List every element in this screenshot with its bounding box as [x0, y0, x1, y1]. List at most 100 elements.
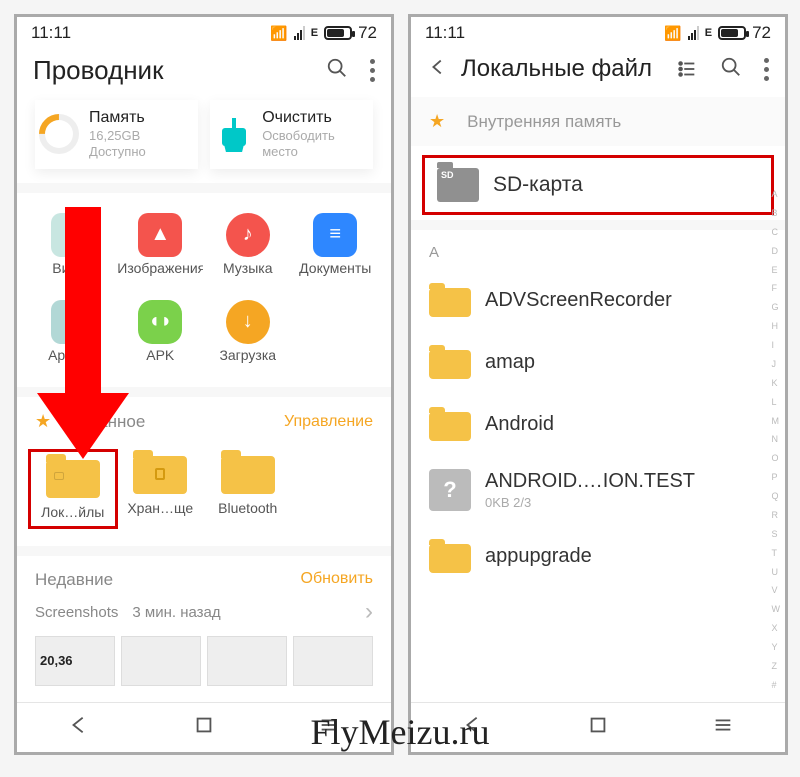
archive-icon: ⬚	[51, 300, 95, 344]
folder-icon	[429, 283, 471, 317]
storage-clean-card[interactable]: Очистить Освободить место	[210, 100, 373, 169]
cat-music[interactable]: ♪ Музыка	[204, 213, 292, 276]
nav-bar	[17, 702, 391, 752]
cleaner-icon	[214, 114, 252, 154]
categories-grid: ▶ Видео ▲ Изображения ♪ Музыка ≡ Докумен…	[17, 193, 391, 388]
sd-card-row[interactable]: SD SD-карта	[419, 152, 777, 218]
folder-row-android[interactable]: Android	[411, 393, 785, 455]
folder-row-advscreenrecorder[interactable]: ADVScreenRecorder	[411, 269, 785, 331]
battery-level: 72	[358, 23, 377, 43]
favorites-manage-button[interactable]: Управление	[284, 413, 373, 431]
images-icon: ▲	[138, 213, 182, 257]
cat-label-dl: Загрузка	[219, 348, 276, 363]
recent-row[interactable]: Screenshots 3 мин. назад ›	[17, 598, 391, 632]
storage-memory-card[interactable]: Память 16,25GB Доступно	[35, 100, 198, 169]
favorites-title: Избранное	[59, 412, 284, 432]
fav-bar[interactable]: ★ Внутренняя память	[411, 97, 785, 146]
nav-back-icon[interactable]	[68, 714, 90, 741]
cat-label-apk: APK	[146, 348, 174, 363]
recent-thumbnails	[17, 632, 391, 690]
file-name: Android	[485, 413, 767, 436]
network-type: E	[311, 27, 318, 39]
sd-label: SD-карта	[493, 173, 583, 197]
alpha-index[interactable]: ABCDEFGHIJKLMNOPQRSTUVWXYZ#	[770, 185, 783, 694]
list-icon[interactable]	[676, 58, 698, 80]
fav-bar-label: Внутренняя память	[467, 112, 621, 132]
memory-label: Память	[89, 108, 146, 128]
status-time: 11:11	[425, 23, 465, 43]
wifi-icon	[270, 23, 287, 43]
status-right: E 72	[664, 23, 771, 43]
thumbnail[interactable]	[35, 636, 115, 686]
search-icon[interactable]	[326, 57, 348, 84]
memory-value: 16,25GB	[89, 128, 146, 144]
folder-locked-icon	[133, 450, 187, 494]
page-title: Проводник	[33, 55, 326, 86]
battery-level: 72	[752, 23, 771, 43]
storage-donut-icon	[31, 106, 88, 163]
cat-docs[interactable]: ≡ Документы	[292, 213, 380, 276]
sd-folder-icon: SD	[437, 168, 479, 202]
folder-row-amap[interactable]: amap	[411, 331, 785, 393]
nav-bar	[411, 702, 785, 752]
folder-icon	[429, 539, 471, 573]
nav-recent-icon[interactable]	[318, 714, 340, 741]
fav-label-bt: Bluetooth	[218, 500, 277, 516]
app-header: Локальные файл	[411, 45, 785, 97]
folder-icon	[46, 454, 100, 498]
page-title: Локальные файл	[461, 55, 676, 83]
cat-label-images: Изображения	[117, 261, 203, 276]
network-type: E	[705, 27, 712, 39]
cat-images[interactable]: ▲ Изображения	[117, 213, 205, 276]
recent-group-time: 3 мин. назад	[132, 604, 220, 621]
fav-local-files[interactable]: Лок…йлы	[29, 450, 117, 528]
folder-icon	[429, 345, 471, 379]
phone-screen-1: 11:11 E 72 Проводник Память 16,25GB Дост…	[14, 14, 394, 755]
nav-recent-icon[interactable]	[712, 714, 734, 741]
cat-label-video: Видео	[52, 261, 93, 276]
search-icon[interactable]	[720, 56, 742, 83]
thumbnail[interactable]	[293, 636, 373, 686]
more-icon[interactable]	[764, 58, 769, 81]
thumbnail[interactable]	[207, 636, 287, 686]
fav-label-local: Лок…йлы	[41, 504, 104, 520]
status-time: 11:11	[31, 23, 71, 43]
back-icon[interactable]	[427, 56, 449, 83]
file-name-text: ANDROID.…ION.TEST	[485, 470, 695, 492]
fav-bluetooth[interactable]: Bluetooth	[204, 450, 292, 528]
nav-home-icon[interactable]	[587, 714, 609, 741]
section-header-a: A	[411, 230, 785, 269]
cat-downloads[interactable]: ↓ Загрузка	[204, 300, 292, 363]
phone-screen-2: 11:11 E 72 Локальные файл ★ Внутренняя п…	[408, 14, 788, 755]
chevron-right-icon: ›	[365, 598, 373, 626]
cat-video[interactable]: ▶ Видео	[29, 213, 117, 276]
battery-icon	[718, 26, 746, 40]
favorites-header: ★ Избранное Управление	[17, 397, 391, 446]
docs-icon: ≡	[313, 213, 357, 257]
nav-home-icon[interactable]	[193, 714, 215, 741]
more-icon[interactable]	[370, 59, 375, 82]
download-icon: ↓	[226, 300, 270, 344]
recent-refresh-button[interactable]: Обновить	[301, 570, 373, 590]
clean-label: Очистить	[262, 108, 369, 128]
fav-vault[interactable]: Хран…ще	[117, 450, 205, 528]
thumbnail[interactable]	[121, 636, 201, 686]
status-right: E 72	[270, 23, 377, 43]
folder-row-appupgrade[interactable]: appupgrade	[411, 525, 785, 587]
app-header: Проводник	[17, 45, 391, 100]
star-icon: ★	[429, 111, 445, 132]
wifi-icon	[664, 23, 681, 43]
music-icon: ♪	[226, 213, 270, 257]
cat-apk[interactable]: ◖◗ APK	[117, 300, 205, 363]
nav-back-icon[interactable]	[462, 714, 484, 741]
folder-icon	[221, 450, 275, 494]
recent-title: Недавние	[35, 570, 301, 590]
cat-archives[interactable]: ⬚ Архивы	[29, 300, 117, 363]
folder-icon	[429, 407, 471, 441]
recent-group-name: Screenshots	[35, 604, 118, 621]
status-bar: 11:11 E 72	[411, 17, 785, 45]
cat-label-docs: Документы	[299, 261, 371, 276]
file-name: ADVScreenRecorder	[485, 289, 767, 312]
cat-label-arch: Архивы	[48, 348, 97, 363]
file-row-android-test[interactable]: ? ANDROID.…ION.TEST 0KB 2/3	[411, 455, 785, 525]
